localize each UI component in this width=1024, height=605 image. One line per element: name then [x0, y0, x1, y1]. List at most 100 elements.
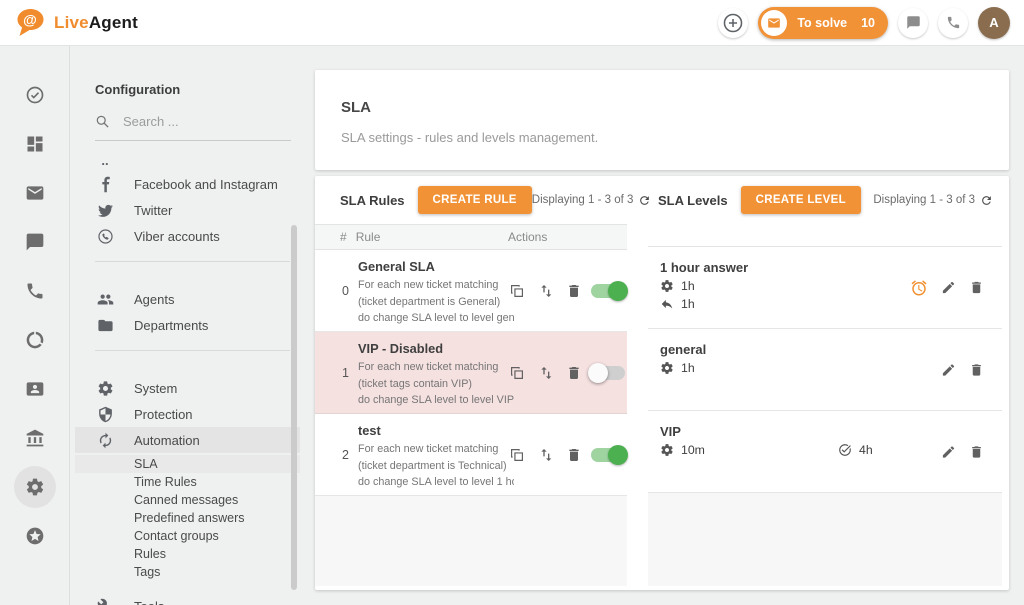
gear-icon [660, 361, 674, 375]
rule-actions [509, 447, 625, 463]
create-level-button[interactable]: CREATE LEVEL [741, 186, 861, 214]
rule-description: For each new ticket matching (ticket tag… [358, 359, 514, 409]
twitter-icon [95, 202, 115, 219]
copy-icon[interactable] [509, 283, 525, 299]
sidebar-item-tools[interactable]: Tools [95, 593, 300, 605]
sidebar-item-twitter[interactable]: Twitter [95, 197, 300, 223]
sla-rules-header: SLA Rules CREATE RULE Displaying 1 - 3 o… [315, 176, 627, 224]
level-title: 1 hour answer [660, 260, 1002, 275]
sla-levels-heading: SLA Levels [658, 193, 728, 208]
rail-item-configuration-active[interactable] [0, 462, 69, 511]
trash-icon[interactable] [566, 283, 582, 299]
sidebar-subitem-predefined-answers[interactable]: Predefined answers [95, 509, 300, 527]
rail-item-reports[interactable] [0, 315, 69, 364]
sidebar-item-automation[interactable]: Automation [75, 427, 300, 453]
rail-item-tickets[interactable] [0, 168, 69, 217]
sidebar-item-label: Automation [134, 433, 200, 448]
plus-circle-icon [725, 14, 742, 31]
chat-icon [26, 233, 43, 250]
configuration-sidebar: Configuration .. Facebook and Instagram … [71, 46, 300, 605]
logo-text-agent: Agent [89, 13, 138, 32]
rule-row-vip-disabled[interactable]: 1 VIP - Disabled For each new ticket mat… [315, 332, 627, 414]
sidebar-subitem-canned-messages[interactable]: Canned messages [95, 491, 300, 509]
to-solve-label: To solve [797, 16, 847, 30]
rail-item-calls[interactable] [0, 266, 69, 315]
alarm-clock-icon[interactable] [910, 279, 928, 297]
sidebar-item-departments[interactable]: Departments [95, 312, 300, 338]
next-answer-value: 1h [681, 297, 695, 311]
sidebar-subitem-time-rules[interactable]: Time Rules [95, 473, 300, 491]
rail-item-billing[interactable] [0, 413, 69, 462]
trash-icon[interactable] [566, 447, 582, 463]
first-answer-value: 1h [681, 279, 695, 293]
refresh-icon[interactable] [980, 194, 993, 207]
rule-enabled-toggle[interactable] [591, 366, 625, 380]
edit-pencil-icon[interactable] [941, 362, 956, 377]
sidebar-subitem-rules[interactable]: Rules [95, 545, 300, 563]
sidebar-item-label: Twitter [134, 203, 172, 218]
sidebar-item-system[interactable]: System [95, 375, 300, 401]
check-circle-icon [838, 443, 852, 457]
levels-empty-area [648, 493, 1002, 586]
level-row-general[interactable]: general 1h [648, 329, 1002, 411]
create-rule-button[interactable]: CREATE RULE [418, 186, 532, 214]
level-actions [941, 444, 984, 459]
level-actions [910, 279, 984, 297]
copy-icon[interactable] [509, 365, 525, 381]
search-input[interactable] [121, 113, 271, 130]
trash-icon[interactable] [566, 365, 582, 381]
envelope-icon [768, 18, 780, 27]
sidebar-subitem-contact-groups[interactable]: Contact groups [95, 527, 300, 545]
rule-enabled-toggle[interactable] [591, 448, 625, 462]
rule-row-general-sla[interactable]: 0 General SLA For each new ticket matchi… [315, 250, 627, 332]
rail-item-tasks[interactable] [0, 70, 69, 119]
trash-icon[interactable] [969, 280, 984, 295]
chats-button[interactable] [898, 8, 928, 38]
level-row-1-hour-answer[interactable]: 1 hour answer 1h 1h [648, 247, 1002, 329]
calls-button[interactable] [938, 8, 968, 38]
rail-item-customers[interactable] [0, 364, 69, 413]
swap-vert-icon[interactable] [538, 283, 554, 299]
first-answer-metric: 10m [660, 443, 838, 457]
user-avatar[interactable]: A [978, 7, 1010, 39]
rule-description-line: do change SLA level to level VIP [358, 392, 514, 409]
trash-icon[interactable] [969, 444, 984, 459]
rule-row-test[interactable]: 2 test For each new ticket matching (tic… [315, 414, 627, 496]
rail-item-upgrades[interactable] [0, 511, 69, 560]
chat-bubble-icon [907, 16, 920, 29]
to-solve-button[interactable]: To solve 10 [758, 7, 888, 39]
swap-vert-icon[interactable] [538, 447, 554, 463]
rule-enabled-toggle[interactable] [591, 284, 625, 298]
swap-vert-icon[interactable] [538, 365, 554, 381]
sidebar-item-viber[interactable]: Viber accounts [95, 223, 300, 249]
edit-pencil-icon[interactable] [941, 280, 956, 295]
sidebar-item-agents[interactable]: Agents [95, 286, 300, 312]
rail-item-dashboard[interactable] [0, 119, 69, 168]
sidebar-item-facebook-instagram[interactable]: Facebook and Instagram [95, 171, 300, 197]
viber-icon [95, 228, 115, 245]
copy-icon[interactable] [509, 447, 525, 463]
rail-item-chats[interactable] [0, 217, 69, 266]
reply-arrow-icon [660, 297, 674, 311]
sidebar-item-protection[interactable]: Protection [95, 401, 300, 427]
first-answer-metric: 1h [660, 279, 695, 293]
rule-title: test [358, 423, 512, 438]
level-row-vip[interactable]: VIP 10m 4h [648, 411, 1002, 493]
liveagent-logo[interactable]: @ LiveAgent [14, 8, 138, 38]
stars-icon [26, 527, 43, 544]
sla-rules-heading: SLA Rules [340, 193, 405, 208]
sidebar-subitem-tags[interactable]: Tags [95, 563, 300, 581]
sidebar-scrollbar-thumb[interactable] [291, 225, 297, 590]
add-new-button[interactable] [718, 8, 748, 38]
trash-icon[interactable] [969, 362, 984, 377]
sidebar-item-truncated[interactable]: .. [95, 149, 300, 171]
sla-rules-panel: SLA Rules CREATE RULE Displaying 1 - 3 o… [315, 176, 627, 590]
first-answer-value: 1h [681, 361, 695, 375]
edit-pencil-icon[interactable] [941, 444, 956, 459]
toggle-knob [608, 281, 628, 301]
rule-title: General SLA [358, 259, 512, 274]
levels-displaying: Displaying 1 - 3 of 3 [873, 194, 993, 207]
rule-description-line: For each new ticket matching [358, 441, 514, 458]
sidebar-subitem-sla[interactable]: SLA [75, 455, 300, 473]
people-icon [95, 291, 115, 308]
